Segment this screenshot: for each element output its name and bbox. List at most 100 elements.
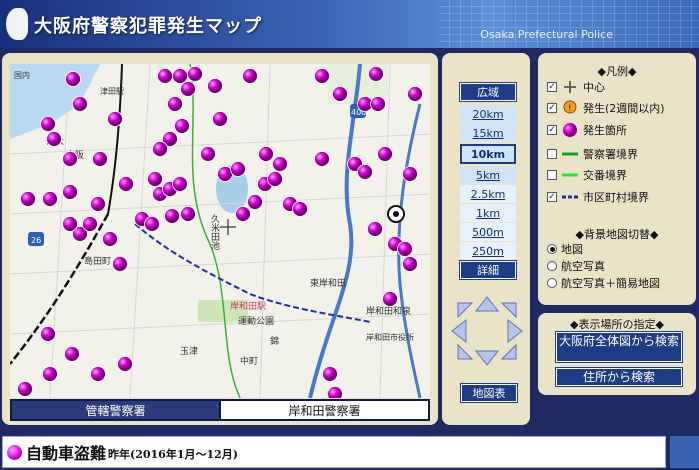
occurrence-marker[interactable] bbox=[200, 146, 216, 162]
occurrence-marker[interactable] bbox=[42, 366, 58, 382]
occurrence-marker[interactable] bbox=[314, 151, 330, 167]
zoom-detail-button[interactable]: 詳細 bbox=[459, 260, 517, 280]
legend-municipal-boundary-checkbox[interactable]: ✓ bbox=[547, 192, 557, 202]
occurrence-marker[interactable] bbox=[167, 96, 183, 112]
bg-option-map[interactable]: 地図 bbox=[547, 240, 583, 258]
occurrence-marker[interactable] bbox=[62, 151, 78, 167]
occurrence-marker[interactable] bbox=[322, 366, 338, 382]
occurrence-marker[interactable] bbox=[180, 206, 196, 222]
occurrence-marker[interactable] bbox=[212, 111, 228, 127]
occurrence-marker[interactable] bbox=[382, 291, 398, 307]
occurrence-marker[interactable] bbox=[90, 366, 106, 382]
occurrence-marker[interactable] bbox=[367, 221, 383, 237]
occurrence-marker[interactable] bbox=[157, 68, 173, 84]
footer-side-button[interactable] bbox=[670, 436, 699, 468]
tab-kishiwada-station[interactable]: 岸和田警察署 bbox=[221, 401, 428, 419]
occurrence-marker[interactable] bbox=[82, 216, 98, 232]
scale-500m-button[interactable]: 500m bbox=[460, 223, 516, 241]
occurrence-marker[interactable] bbox=[402, 166, 418, 182]
legend-row-police-boundary[interactable]: 警察署境界 bbox=[547, 145, 638, 163]
occurrence-marker[interactable] bbox=[46, 131, 62, 147]
occurrence-marker[interactable] bbox=[267, 171, 283, 187]
scale-10km-button[interactable]: 10km bbox=[460, 144, 516, 164]
legend-recent-checkbox[interactable]: ✓ bbox=[547, 103, 557, 113]
occurrence-marker[interactable] bbox=[314, 68, 330, 84]
tab-jurisdiction[interactable]: 管轄警察署 bbox=[12, 401, 219, 419]
occurrence-marker[interactable] bbox=[402, 256, 418, 272]
occurrence-marker[interactable] bbox=[164, 208, 180, 224]
pan-down-right-arrow-icon[interactable] bbox=[500, 343, 517, 360]
scale-20km-button[interactable]: 20km bbox=[460, 105, 516, 123]
legend-row-koban-boundary[interactable]: 交番境界 bbox=[547, 166, 627, 184]
occurrence-marker[interactable] bbox=[117, 356, 133, 372]
legend-row-occurrence[interactable]: ✓ 発生箇所 bbox=[547, 121, 627, 139]
bg-option-aerial-simple[interactable]: 航空写真＋簡易地図 bbox=[547, 274, 660, 292]
occurrence-marker[interactable] bbox=[62, 216, 78, 232]
occurrence-marker[interactable] bbox=[357, 164, 373, 180]
pan-right-arrow-icon[interactable] bbox=[507, 318, 523, 344]
occurrence-marker[interactable] bbox=[332, 86, 348, 102]
pan-up-arrow-icon[interactable] bbox=[474, 296, 500, 312]
occurrence-marker[interactable] bbox=[144, 216, 160, 232]
occurrence-marker[interactable] bbox=[258, 146, 274, 162]
scale-5km-button[interactable]: 5km bbox=[460, 166, 516, 184]
legend-koban-boundary-checkbox[interactable] bbox=[547, 170, 557, 180]
zoom-wide-button[interactable]: 広域 bbox=[459, 82, 517, 102]
legend-row-center[interactable]: ✓ 中心 bbox=[547, 78, 605, 96]
scale-1km-button[interactable]: 1km bbox=[460, 204, 516, 222]
occurrence-marker[interactable] bbox=[187, 66, 203, 82]
bg-option-aerial[interactable]: 航空写真 bbox=[547, 257, 605, 275]
scale-250m-button[interactable]: 250m bbox=[460, 242, 516, 260]
occurrence-marker[interactable] bbox=[92, 151, 108, 167]
occurrence-marker[interactable] bbox=[368, 66, 384, 82]
scale-15km-button[interactable]: 15km bbox=[460, 124, 516, 142]
occurrence-marker[interactable] bbox=[180, 81, 196, 97]
occurrence-marker[interactable] bbox=[292, 201, 308, 217]
pan-left-arrow-icon[interactable] bbox=[451, 318, 467, 344]
occurrence-marker[interactable] bbox=[172, 176, 188, 192]
occurrence-marker[interactable] bbox=[112, 256, 128, 272]
occurrence-marker[interactable] bbox=[370, 96, 386, 112]
pan-up-right-arrow-icon[interactable] bbox=[500, 302, 517, 319]
map-legend-button[interactable]: 地図表 bbox=[460, 383, 518, 403]
occurrence-marker[interactable] bbox=[407, 86, 423, 102]
direction-pad[interactable] bbox=[448, 293, 526, 369]
occurrence-marker[interactable] bbox=[40, 326, 56, 342]
occurrence-marker[interactable] bbox=[62, 184, 78, 200]
legend-police-boundary-checkbox[interactable] bbox=[547, 149, 557, 159]
occurrence-marker[interactable] bbox=[17, 381, 33, 397]
occurrence-marker[interactable] bbox=[172, 68, 188, 84]
occurrence-marker[interactable] bbox=[207, 78, 223, 94]
occurrence-marker[interactable] bbox=[174, 118, 190, 134]
pan-up-left-arrow-icon[interactable] bbox=[457, 302, 474, 319]
occurrence-marker[interactable] bbox=[20, 191, 36, 207]
occurrence-marker[interactable] bbox=[42, 191, 58, 207]
occurrence-marker[interactable] bbox=[397, 241, 413, 257]
map-canvas[interactable]: 400 26 久米田池 岸和田駅 運動公園 東岸和田 岸和田和泉 岸和田市役所 … bbox=[10, 64, 430, 398]
occurrence-marker[interactable] bbox=[235, 206, 251, 222]
pan-down-arrow-icon[interactable] bbox=[474, 350, 500, 366]
legend-row-municipal-boundary[interactable]: ✓ 市区町村境界 bbox=[547, 188, 649, 206]
occurrence-marker[interactable] bbox=[64, 346, 80, 362]
bg-aerial-simple-radio[interactable] bbox=[547, 278, 557, 288]
occurrence-marker[interactable] bbox=[377, 146, 393, 162]
crime-map[interactable]: 400 26 久米田池 岸和田駅 運動公園 東岸和田 岸和田和泉 岸和田市役所 … bbox=[10, 64, 430, 398]
occurrence-marker[interactable] bbox=[65, 71, 81, 87]
address-search-button[interactable]: 住所から検索 bbox=[555, 367, 683, 387]
occurrence-marker[interactable] bbox=[118, 176, 134, 192]
legend-occurrence-checkbox[interactable]: ✓ bbox=[547, 125, 557, 135]
pan-down-left-arrow-icon[interactable] bbox=[457, 343, 474, 360]
occurrence-marker[interactable] bbox=[230, 161, 246, 177]
occurrence-marker[interactable] bbox=[72, 96, 88, 112]
occurrence-marker[interactable] bbox=[107, 111, 123, 127]
occurrence-marker[interactable] bbox=[152, 141, 168, 157]
scale-2.5km-button[interactable]: 2.5km bbox=[460, 185, 516, 203]
legend-row-recent[interactable]: ✓ ! 発生(2週間以内) bbox=[547, 99, 665, 117]
occurrence-marker[interactable] bbox=[247, 194, 263, 210]
occurrence-marker[interactable] bbox=[147, 171, 163, 187]
occurrence-marker[interactable] bbox=[327, 386, 343, 399]
occurrence-marker[interactable] bbox=[90, 196, 106, 212]
occurrence-marker[interactable] bbox=[272, 156, 288, 172]
bg-aerial-radio[interactable] bbox=[547, 261, 557, 271]
occurrence-marker[interactable] bbox=[40, 116, 56, 132]
